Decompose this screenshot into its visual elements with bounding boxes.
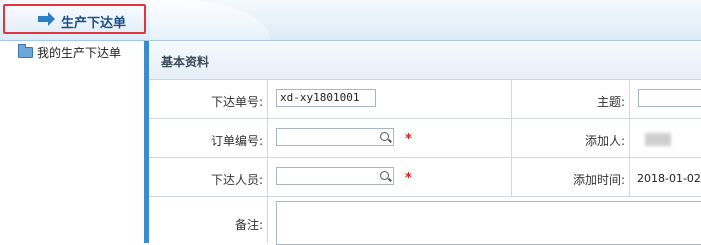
- required-mark: *: [405, 132, 412, 147]
- search-icon[interactable]: [380, 132, 389, 141]
- order-no-label: 下达单号:: [210, 95, 263, 109]
- folder-icon: [18, 44, 33, 58]
- tree-item-my-orders[interactable]: 我的生产下达单: [18, 44, 121, 61]
- top-header-bar: 生产下达单: [0, 0, 701, 41]
- issuer-label: 下达人员:: [210, 173, 263, 187]
- header-decoration: [150, 0, 270, 40]
- po-number-field[interactable]: [276, 128, 394, 146]
- module-title: 生产下达单: [61, 16, 127, 31]
- adder-value-blurred: [645, 133, 671, 146]
- subject-label: 主题:: [596, 95, 625, 109]
- subject-field[interactable]: [638, 89, 701, 107]
- column-divider: [267, 80, 268, 243]
- column-divider: [511, 80, 512, 197]
- search-icon[interactable]: [380, 171, 389, 180]
- remark-label: 备注:: [234, 218, 263, 232]
- po-number-label: 订单编号:: [210, 134, 263, 148]
- issuer-field[interactable]: [276, 167, 394, 185]
- tree-item-label: 我的生产下达单: [37, 46, 122, 60]
- remark-textarea[interactable]: [276, 201, 701, 245]
- section-header: 基本资料: [149, 41, 701, 80]
- left-tree-panel: 我的生产下达单: [0, 41, 145, 243]
- module-title-tab[interactable]: 生产下达单: [3, 4, 146, 34]
- added-time-value: 2018-01-02: [637, 172, 701, 185]
- added-time-label: 添加时间:: [572, 173, 625, 187]
- adder-label: 添加人:: [584, 134, 625, 148]
- order-no-field[interactable]: xd-xy1801001: [276, 89, 376, 107]
- section-title: 基本资料: [161, 55, 210, 69]
- main-form-area: 基本资料 下达单号: xd-xy1801001 主题: 订单编号: * 添加人:…: [149, 41, 701, 245]
- arrow-right-icon: [38, 12, 55, 26]
- required-mark: *: [405, 171, 412, 186]
- column-divider: [629, 80, 630, 197]
